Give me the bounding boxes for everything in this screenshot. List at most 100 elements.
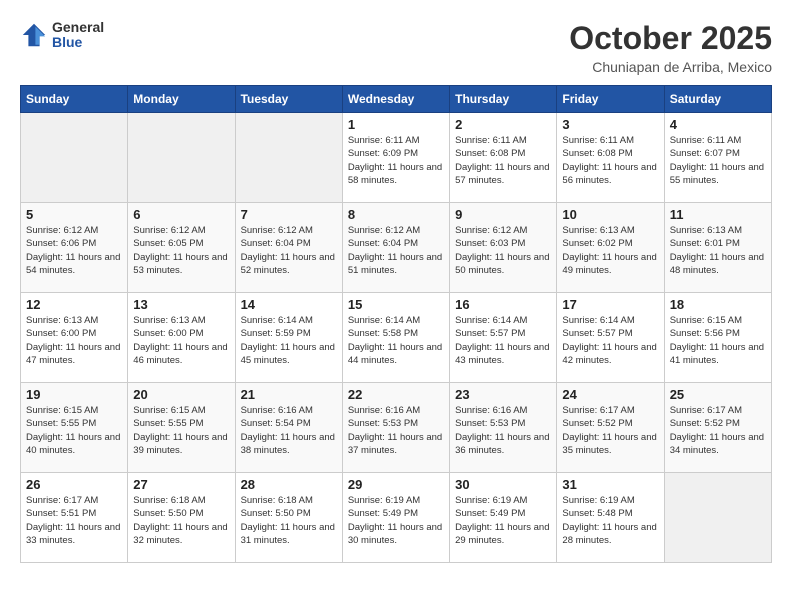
calendar-cell: 20Sunrise: 6:15 AMSunset: 5:55 PMDayligh… bbox=[128, 383, 235, 473]
calendar-subtitle: Chuniapan de Arriba, Mexico bbox=[569, 59, 772, 75]
day-number: 30 bbox=[455, 477, 551, 492]
day-number: 14 bbox=[241, 297, 337, 312]
day-number: 26 bbox=[26, 477, 122, 492]
day-info: Sunrise: 6:17 AMSunset: 5:51 PMDaylight:… bbox=[26, 494, 122, 547]
calendar-cell: 6Sunrise: 6:12 AMSunset: 6:05 PMDaylight… bbox=[128, 203, 235, 293]
calendar-cell: 7 Sunrise: 6:12 AMSunset: 6:04 PMDaylight… bbox=[235, 203, 342, 293]
calendar-cell: 1 Sunrise: 6:11 AMSunset: 6:09 PMDaylight… bbox=[342, 113, 449, 203]
day-number: 29 bbox=[348, 477, 444, 492]
calendar-title: October 2025 bbox=[569, 20, 772, 57]
day-number: 19 bbox=[26, 387, 122, 402]
calendar-cell bbox=[235, 113, 342, 203]
calendar-cell: 13 Sunrise: 6:13 AMSunset: 6:00 PMDayligh… bbox=[128, 293, 235, 383]
day-info: Sunrise: 6:11 AMSunset: 6:08 PMDaylight:… bbox=[562, 134, 658, 187]
week-row-1: 1 Sunrise: 6:11 AMSunset: 6:09 PMDaylight… bbox=[21, 113, 772, 203]
day-number: 17 bbox=[562, 297, 658, 312]
day-info: Sunrise: 6:16 AMSunset: 5:53 PMDaylight:… bbox=[348, 404, 444, 457]
day-number: 18 bbox=[670, 297, 766, 312]
calendar-cell: 2 Sunrise: 6:11 AMSunset: 6:08 PMDaylight… bbox=[450, 113, 557, 203]
calendar-cell: 23 Sunrise: 6:16 AMSunset: 5:53 PMDayligh… bbox=[450, 383, 557, 473]
day-info: Sunrise: 6:16 AMSunset: 5:53 PMDaylight:… bbox=[455, 404, 551, 457]
day-info: Sunrise: 6:12 AMSunset: 6:04 PMDaylight:… bbox=[241, 224, 337, 277]
calendar-cell bbox=[21, 113, 128, 203]
days-header-row: SundayMondayTuesdayWednesdayThursdayFrid… bbox=[21, 86, 772, 113]
calendar-cell: 30 Sunrise: 6:19 AMSunset: 5:49 PMDayligh… bbox=[450, 473, 557, 563]
day-info: Sunrise: 6:18 AMSunset: 5:50 PMDaylight:… bbox=[133, 494, 229, 547]
day-info: Sunrise: 6:14 AMSunset: 5:59 PMDaylight:… bbox=[241, 314, 337, 367]
day-info: Sunrise: 6:14 AMSunset: 5:57 PMDaylight:… bbox=[562, 314, 658, 367]
day-info: Sunrise: 6:18 AMSunset: 5:50 PMDaylight:… bbox=[241, 494, 337, 547]
day-info: Sunrise: 6:15 AMSunset: 5:56 PMDaylight:… bbox=[670, 314, 766, 367]
day-number: 10 bbox=[562, 207, 658, 222]
day-number: 1 bbox=[348, 117, 444, 132]
logo-general-text: General bbox=[52, 20, 104, 35]
day-number: 2 bbox=[455, 117, 551, 132]
calendar-cell bbox=[128, 113, 235, 203]
day-number: 9 bbox=[455, 207, 551, 222]
day-info: Sunrise: 6:15 AMSunset: 5:55 PMDaylight:… bbox=[26, 404, 122, 457]
calendar-cell: 25Sunrise: 6:17 AMSunset: 5:52 PMDayligh… bbox=[664, 383, 771, 473]
day-info: Sunrise: 6:11 AMSunset: 6:07 PMDaylight:… bbox=[670, 134, 766, 187]
day-number: 15 bbox=[348, 297, 444, 312]
day-header-saturday: Saturday bbox=[664, 86, 771, 113]
day-info: Sunrise: 6:16 AMSunset: 5:54 PMDaylight:… bbox=[241, 404, 337, 457]
day-info: Sunrise: 6:14 AMSunset: 5:58 PMDaylight:… bbox=[348, 314, 444, 367]
week-row-4: 19 Sunrise: 6:15 AMSunset: 5:55 PMDayligh… bbox=[21, 383, 772, 473]
day-number: 27 bbox=[133, 477, 229, 492]
day-info: Sunrise: 6:11 AMSunset: 6:09 PMDaylight:… bbox=[348, 134, 444, 187]
day-number: 28 bbox=[241, 477, 337, 492]
day-info: Sunrise: 6:12 AMSunset: 6:06 PMDaylight:… bbox=[26, 224, 122, 277]
calendar-cell: 3 Sunrise: 6:11 AMSunset: 6:08 PMDaylight… bbox=[557, 113, 664, 203]
calendar-cell: 4Sunrise: 6:11 AMSunset: 6:07 PMDaylight… bbox=[664, 113, 771, 203]
calendar-cell: 5 Sunrise: 6:12 AMSunset: 6:06 PMDaylight… bbox=[21, 203, 128, 293]
calendar-cell: 14 Sunrise: 6:14 AMSunset: 5:59 PMDayligh… bbox=[235, 293, 342, 383]
day-number: 5 bbox=[26, 207, 122, 222]
calendar-cell: 11 Sunrise: 6:13 AMSunset: 6:01 PMDayligh… bbox=[664, 203, 771, 293]
day-number: 12 bbox=[26, 297, 122, 312]
calendar-cell: 26 Sunrise: 6:17 AMSunset: 5:51 PMDayligh… bbox=[21, 473, 128, 563]
day-number: 7 bbox=[241, 207, 337, 222]
logo: General Blue bbox=[20, 20, 104, 51]
title-area: October 2025 Chuniapan de Arriba, Mexico bbox=[569, 20, 772, 75]
week-row-5: 26 Sunrise: 6:17 AMSunset: 5:51 PMDayligh… bbox=[21, 473, 772, 563]
day-number: 3 bbox=[562, 117, 658, 132]
day-header-monday: Monday bbox=[128, 86, 235, 113]
day-number: 6 bbox=[133, 207, 229, 222]
calendar-cell: 12Sunrise: 6:13 AMSunset: 6:00 PMDayligh… bbox=[21, 293, 128, 383]
day-header-sunday: Sunday bbox=[21, 86, 128, 113]
day-header-tuesday: Tuesday bbox=[235, 86, 342, 113]
week-row-2: 5 Sunrise: 6:12 AMSunset: 6:06 PMDaylight… bbox=[21, 203, 772, 293]
day-number: 8 bbox=[348, 207, 444, 222]
day-number: 13 bbox=[133, 297, 229, 312]
calendar-cell: 24Sunrise: 6:17 AMSunset: 5:52 PMDayligh… bbox=[557, 383, 664, 473]
day-info: Sunrise: 6:14 AMSunset: 5:57 PMDaylight:… bbox=[455, 314, 551, 367]
day-number: 23 bbox=[455, 387, 551, 402]
calendar-cell: 31Sunrise: 6:19 AMSunset: 5:48 PMDayligh… bbox=[557, 473, 664, 563]
calendar-cell: 22 Sunrise: 6:16 AMSunset: 5:53 PMDayligh… bbox=[342, 383, 449, 473]
day-info: Sunrise: 6:13 AMSunset: 6:02 PMDaylight:… bbox=[562, 224, 658, 277]
day-number: 11 bbox=[670, 207, 766, 222]
day-number: 21 bbox=[241, 387, 337, 402]
calendar-cell: 21 Sunrise: 6:16 AMSunset: 5:54 PMDayligh… bbox=[235, 383, 342, 473]
day-number: 31 bbox=[562, 477, 658, 492]
logo-icon bbox=[20, 21, 48, 49]
day-info: Sunrise: 6:13 AMSunset: 6:01 PMDaylight:… bbox=[670, 224, 766, 277]
week-row-3: 12 Sunrise: 6:13 AMSunset: 6:00 PMDayligh… bbox=[21, 293, 772, 383]
logo-text: General Blue bbox=[52, 20, 104, 51]
day-number: 22 bbox=[348, 387, 444, 402]
day-number: 16 bbox=[455, 297, 551, 312]
day-header-friday: Friday bbox=[557, 86, 664, 113]
calendar-cell: 19 Sunrise: 6:15 AMSunset: 5:55 PMDayligh… bbox=[21, 383, 128, 473]
calendar-cell: 10 Sunrise: 6:13 AMSunset: 6:02 PMDayligh… bbox=[557, 203, 664, 293]
day-info: Sunrise: 6:13 AMSunset: 6:00 PMDaylight:… bbox=[133, 314, 229, 367]
day-header-wednesday: Wednesday bbox=[342, 86, 449, 113]
calendar-cell: 16 Sunrise: 6:14 AMSunset: 5:57 PMDayligh… bbox=[450, 293, 557, 383]
calendar-cell: 15 Sunrise: 6:14 AMSunset: 5:58 PMDayligh… bbox=[342, 293, 449, 383]
day-number: 25 bbox=[670, 387, 766, 402]
calendar-cell: 27 Sunrise: 6:18 AMSunset: 5:50 PMDayligh… bbox=[128, 473, 235, 563]
day-info: Sunrise: 6:19 AMSunset: 5:49 PMDaylight:… bbox=[455, 494, 551, 547]
day-info: Sunrise: 6:19 AMSunset: 5:49 PMDaylight:… bbox=[348, 494, 444, 547]
day-header-thursday: Thursday bbox=[450, 86, 557, 113]
day-info: Sunrise: 6:11 AMSunset: 6:08 PMDaylight:… bbox=[455, 134, 551, 187]
calendar-cell: 17 Sunrise: 6:14 AMSunset: 5:57 PMDayligh… bbox=[557, 293, 664, 383]
